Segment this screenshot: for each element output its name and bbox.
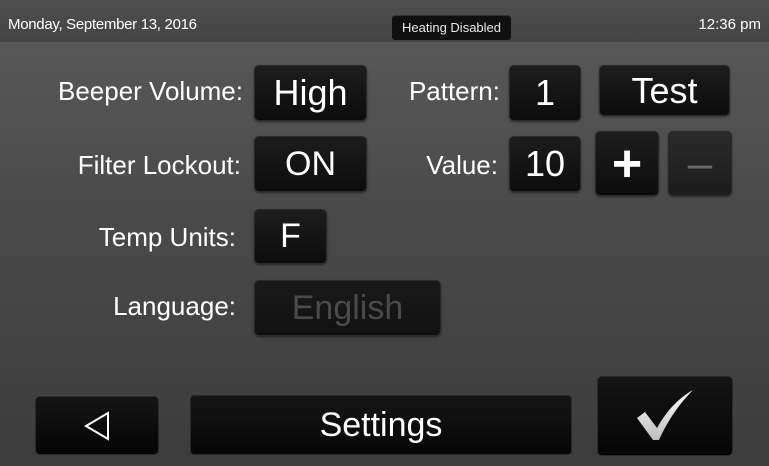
value-label: Value:	[426, 150, 498, 180]
minus-icon: –	[687, 138, 713, 188]
page-title: Settings	[319, 405, 443, 444]
heating-status-badge: Heating Disabled	[392, 15, 512, 40]
confirm-button[interactable]	[597, 376, 733, 456]
status-time: 12:36 pm	[698, 16, 761, 33]
beeper-volume-label: Beeper Volume:	[57, 76, 243, 106]
back-button[interactable]	[35, 396, 159, 455]
temp-units-value: F	[280, 217, 301, 255]
filter-lockout-label: Filter Lockout:	[77, 150, 241, 180]
test-button-label: Test	[631, 69, 698, 111]
back-triangle-icon	[84, 410, 109, 441]
increment-button[interactable]: +	[595, 131, 659, 196]
pattern-button[interactable]: 1	[509, 65, 581, 121]
value-value: 10	[524, 143, 566, 184]
pattern-value: 1	[534, 72, 556, 113]
temp-units-button[interactable]: F	[254, 209, 327, 264]
checkmark-icon	[637, 390, 693, 440]
test-button[interactable]: Test	[599, 65, 730, 116]
beeper-volume-button[interactable]: High	[254, 65, 367, 121]
status-date: Monday, September 13, 2016	[8, 16, 197, 33]
language-button[interactable]: English	[254, 280, 441, 336]
language-label: Language:	[113, 291, 236, 321]
settings-screen: Monday, September 13, 2016 Heating Disab…	[0, 0, 769, 466]
beeper-volume-value: High	[273, 72, 348, 113]
filter-lockout-value: ON	[285, 144, 336, 183]
filter-lockout-button[interactable]: ON	[254, 136, 367, 192]
page-title-bar: Settings	[190, 395, 572, 455]
language-value: English	[291, 288, 404, 327]
plus-icon: +	[611, 134, 643, 193]
value-display: 10	[509, 136, 581, 192]
decrement-button[interactable]: –	[668, 131, 732, 196]
pattern-label: Pattern:	[408, 76, 500, 106]
status-bar: Monday, September 13, 2016 Heating Disab…	[0, 0, 769, 42]
temp-units-label: Temp Units:	[98, 222, 236, 252]
